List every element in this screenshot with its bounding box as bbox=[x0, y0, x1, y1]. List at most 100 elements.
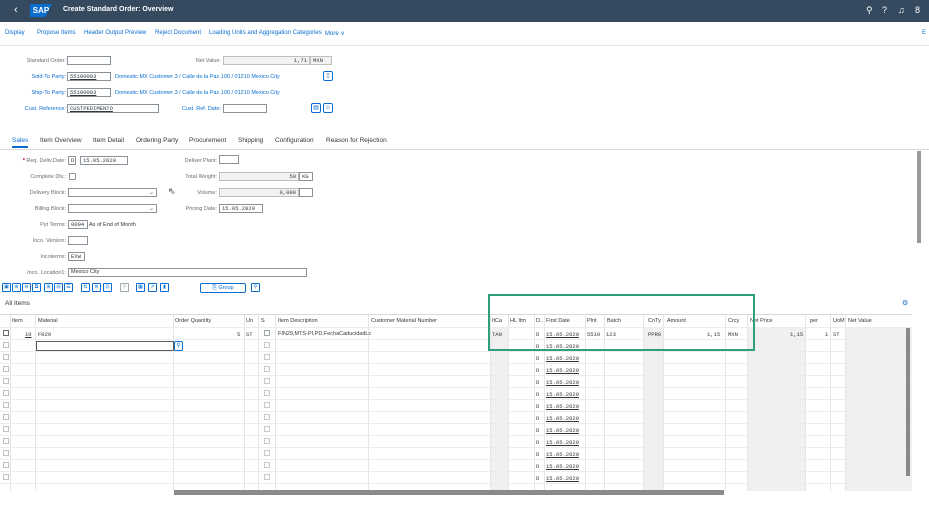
tab-ordering-party[interactable]: Ordering Party bbox=[136, 137, 178, 144]
row-select-checkbox[interactable] bbox=[3, 354, 9, 360]
ship-to-party-label[interactable]: Ship-To Party: bbox=[10, 90, 66, 96]
row-first-date[interactable]: 15.05.2020 bbox=[546, 355, 579, 362]
row-status-box[interactable] bbox=[264, 390, 270, 396]
row-d[interactable]: D bbox=[536, 379, 539, 386]
deliver-plant-input[interactable] bbox=[219, 155, 239, 164]
standard-order-input[interactable] bbox=[67, 56, 111, 65]
row1-description[interactable]: FIN29,MTS-PI,PD,FechaCaducidadLc bbox=[278, 331, 371, 337]
col-header-order-quantity[interactable]: Order Quantity bbox=[175, 315, 211, 327]
sold-to-party-label[interactable]: Sold-To Party: bbox=[10, 74, 66, 80]
col-header-per[interactable]: per bbox=[810, 315, 818, 327]
sold-to-party-input[interactable]: 55100003 bbox=[67, 72, 111, 81]
tab-item-detail[interactable]: Item Detail bbox=[93, 137, 124, 144]
row-first-date[interactable]: 15.05.2020 bbox=[546, 415, 579, 422]
row-status-box[interactable] bbox=[264, 414, 270, 420]
col-header-material[interactable]: Material bbox=[38, 315, 58, 327]
row-status-box[interactable] bbox=[264, 366, 270, 372]
exit-button[interactable]: E bbox=[922, 30, 926, 36]
row-d[interactable]: D bbox=[536, 451, 539, 458]
document-icon[interactable]: ▯ bbox=[323, 71, 333, 81]
row-first-date[interactable]: 15.05.2020 bbox=[546, 367, 579, 374]
attachment-icon[interactable]: ▤ bbox=[311, 103, 321, 113]
back-icon[interactable]: ‹ bbox=[14, 4, 18, 16]
row-d[interactable]: D bbox=[536, 463, 539, 470]
req-deliv-date-input[interactable]: 15.05.2020 bbox=[80, 156, 128, 165]
row-status-box[interactable] bbox=[264, 402, 270, 408]
col-header-s[interactable]: S bbox=[261, 315, 265, 327]
copy-icon[interactable]: ⧉ bbox=[32, 283, 41, 292]
tab-item-overview[interactable]: Item Overview bbox=[40, 137, 82, 144]
row-d[interactable]: D bbox=[536, 391, 539, 398]
row-status-box[interactable] bbox=[264, 378, 270, 384]
delivery-block-select[interactable]: ⌄ bbox=[68, 188, 157, 197]
search-icon[interactable]: ⚲ bbox=[120, 283, 129, 292]
table-settings-icon[interactable]: ▦ bbox=[136, 283, 145, 292]
row-first-date[interactable]: 15.05.2020 bbox=[546, 439, 579, 446]
weight-unit-field[interactable]: KG bbox=[299, 172, 313, 181]
row-d[interactable]: D bbox=[536, 475, 539, 482]
row-d[interactable]: D bbox=[536, 355, 539, 362]
col-header-un[interactable]: Un bbox=[246, 315, 253, 327]
search-icon[interactable]: ⚲ bbox=[866, 5, 873, 16]
row-status-box[interactable] bbox=[264, 462, 270, 468]
table-horizontal-scrollbar[interactable] bbox=[174, 490, 724, 495]
row-d[interactable]: D bbox=[536, 427, 539, 434]
propose-items-button[interactable]: Propose Items bbox=[37, 30, 76, 36]
col-header-uom[interactable]: UoM bbox=[833, 315, 845, 327]
tab-procurement[interactable]: Procurement bbox=[189, 137, 226, 144]
pricing-date-input[interactable]: 15.05.2020 bbox=[219, 204, 263, 213]
row-select-checkbox[interactable] bbox=[3, 390, 9, 396]
tab-configuration[interactable]: Configuration bbox=[275, 137, 314, 144]
page-vertical-scrollbar[interactable] bbox=[917, 151, 921, 243]
row-status-box[interactable] bbox=[264, 450, 270, 456]
pricing-icon[interactable]: ⊡ bbox=[103, 283, 112, 292]
row-d[interactable]: D bbox=[536, 403, 539, 410]
complete-dlv-checkbox[interactable] bbox=[69, 173, 76, 180]
req-deliv-date-type-input[interactable]: D bbox=[68, 156, 76, 165]
row-first-date[interactable]: 15.05.2020 bbox=[546, 391, 579, 398]
row-select-checkbox[interactable] bbox=[3, 474, 9, 480]
tab-reason-for-rejection[interactable]: Reason for Rejection bbox=[326, 137, 387, 144]
row-first-date[interactable]: 15.05.2020 bbox=[546, 427, 579, 434]
incoterms-input[interactable]: EXW bbox=[68, 252, 85, 261]
tab-shipping[interactable]: Shipping bbox=[238, 137, 263, 144]
cust-ref-date-input[interactable] bbox=[223, 104, 267, 113]
ship-to-party-description[interactable]: Domestic MX Customer 3 / Calle de la Paz… bbox=[115, 90, 280, 96]
row-select-checkbox[interactable] bbox=[3, 438, 9, 444]
row1-material[interactable]: F029 bbox=[38, 331, 51, 338]
row-select-checkbox[interactable] bbox=[3, 378, 9, 384]
inco-location-input[interactable]: Mexico City bbox=[68, 268, 307, 277]
row-first-date[interactable]: 15.05.2020 bbox=[546, 463, 579, 470]
delete-item-icon[interactable]: ⊖ bbox=[22, 283, 31, 292]
settings-gear-icon[interactable]: ⚙ bbox=[902, 299, 908, 307]
col-header-customer-material[interactable]: Customer Material Number bbox=[371, 315, 437, 327]
row-select-checkbox[interactable] bbox=[3, 366, 9, 372]
table-vertical-scrollbar[interactable] bbox=[906, 328, 910, 476]
more-button[interactable]: More ∨ bbox=[325, 30, 345, 37]
row-d[interactable]: D bbox=[536, 367, 539, 374]
header-output-preview-button[interactable]: Header Output Preview bbox=[84, 30, 146, 36]
row1-item[interactable]: 10 bbox=[25, 331, 32, 338]
row-first-date[interactable]: 15.05.2020 bbox=[546, 379, 579, 386]
more-functions-icon[interactable]: ▮ bbox=[160, 283, 169, 292]
row-status-box[interactable] bbox=[264, 342, 270, 348]
add-item-icon[interactable]: ⊕ bbox=[12, 283, 21, 292]
col-header-item[interactable]: Item bbox=[12, 315, 23, 327]
ship-to-party-input[interactable]: 55100003 bbox=[67, 88, 111, 97]
value-help-icon[interactable]: ⚲ bbox=[174, 341, 183, 351]
group-button[interactable]: ⎘ Group bbox=[200, 283, 246, 293]
row-select-checkbox[interactable] bbox=[3, 330, 9, 336]
loading-units-button[interactable]: Loading Units and Aggregation Categories bbox=[209, 30, 322, 36]
reject-document-button[interactable]: Reject Document bbox=[155, 30, 201, 36]
sold-to-party-description[interactable]: Domestic MX Customer 3 / Calle de la Paz… bbox=[115, 74, 280, 80]
user-icon[interactable]: 8 bbox=[915, 5, 920, 15]
row-select-checkbox[interactable] bbox=[3, 342, 9, 348]
person-icon[interactable]: ☺ bbox=[323, 103, 333, 113]
row-d[interactable]: D bbox=[536, 439, 539, 446]
filter-icon[interactable]: ⊜ bbox=[92, 283, 101, 292]
row-status-box[interactable] bbox=[264, 474, 270, 480]
volume-unit-field[interactable] bbox=[299, 188, 313, 197]
pyt-terms-input[interactable]: 0004 bbox=[68, 220, 88, 229]
row-select-checkbox[interactable] bbox=[3, 462, 9, 468]
row1-un[interactable]: ST bbox=[246, 331, 253, 338]
